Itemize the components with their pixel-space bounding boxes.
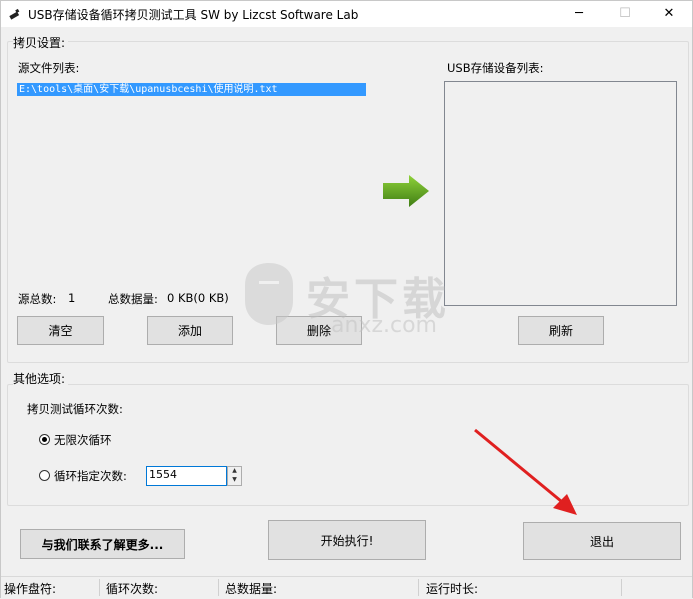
annotation-arrow-icon xyxy=(474,428,577,515)
right-arrow-icon xyxy=(383,175,429,207)
other-options-label: 其他选项: xyxy=(13,370,69,387)
window-title: USB存储设备循环拷贝测试工具 SW by Lizcst Software La… xyxy=(28,8,359,22)
source-count-label: 源总数: xyxy=(18,292,57,306)
status-total-label: 总数据量: xyxy=(225,582,278,596)
watermark-subtext: anxz.com xyxy=(331,313,437,338)
specified-loop-label[interactable]: 循环指定次数: xyxy=(54,468,127,484)
status-runtime-label: 运行时长: xyxy=(426,582,479,596)
status-separator xyxy=(418,579,419,596)
specified-loop-radio[interactable] xyxy=(39,470,50,481)
contact-button[interactable]: 与我们联系了解更多... xyxy=(20,529,185,559)
usb-device-list[interactable] xyxy=(444,81,677,306)
status-separator xyxy=(218,579,219,596)
source-list-label: 源文件列表: xyxy=(18,61,80,75)
loop-count-input[interactable]: 1554 xyxy=(146,466,227,486)
copy-settings-label: 拷贝设置: xyxy=(13,34,69,51)
source-count-value: 1 xyxy=(68,291,76,305)
source-file-list[interactable]: E:\tools\桌面\安下载\upanusbceshi\使用说明.txt xyxy=(16,81,368,281)
status-separator xyxy=(99,579,100,596)
source-file-item[interactable]: E:\tools\桌面\安下载\upanusbceshi\使用说明.txt xyxy=(17,83,366,96)
shield-icon xyxy=(245,263,293,325)
add-button[interactable]: 添加 xyxy=(147,316,233,345)
status-disk-label: 操作盘符: xyxy=(4,582,57,596)
unlimited-loop-radio[interactable] xyxy=(39,434,50,445)
main-window: USB存储设备循环拷贝测试工具 SW by Lizcst Software La… xyxy=(0,0,693,599)
total-size-value: 0 KB(0 KB) xyxy=(167,291,229,305)
refresh-button[interactable]: 刷新 xyxy=(518,316,604,345)
title-bar: USB存储设备循环拷贝测试工具 SW by Lizcst Software La… xyxy=(1,1,692,27)
loop-count-stepper[interactable]: ▲ ▼ xyxy=(227,466,242,486)
clear-button[interactable]: 清空 xyxy=(17,316,104,345)
exit-button[interactable]: 退出 xyxy=(523,522,681,560)
start-button[interactable]: 开始执行! xyxy=(268,520,426,560)
minimize-button[interactable]: ─ xyxy=(556,1,602,27)
status-separator xyxy=(621,579,622,596)
watermark-logo xyxy=(239,259,299,332)
total-size-label: 总数据量: xyxy=(108,292,158,306)
status-bar: 操作盘符: 循环次数: 总数据量: 运行时长: xyxy=(1,576,692,599)
stepper-down-icon[interactable]: ▼ xyxy=(228,476,241,485)
maximize-button[interactable]: ☐ xyxy=(602,1,648,27)
unlimited-loop-label[interactable]: 无限次循环 xyxy=(54,432,112,448)
loop-count-label: 拷贝测试循环次数: xyxy=(27,402,123,416)
status-loops-label: 循环次数: xyxy=(106,582,159,596)
stepper-up-icon[interactable]: ▲ xyxy=(228,467,241,476)
usb-list-label: USB存储设备列表: xyxy=(447,61,544,75)
usb-app-icon xyxy=(9,8,20,20)
close-button[interactable]: ✕ xyxy=(646,1,692,27)
